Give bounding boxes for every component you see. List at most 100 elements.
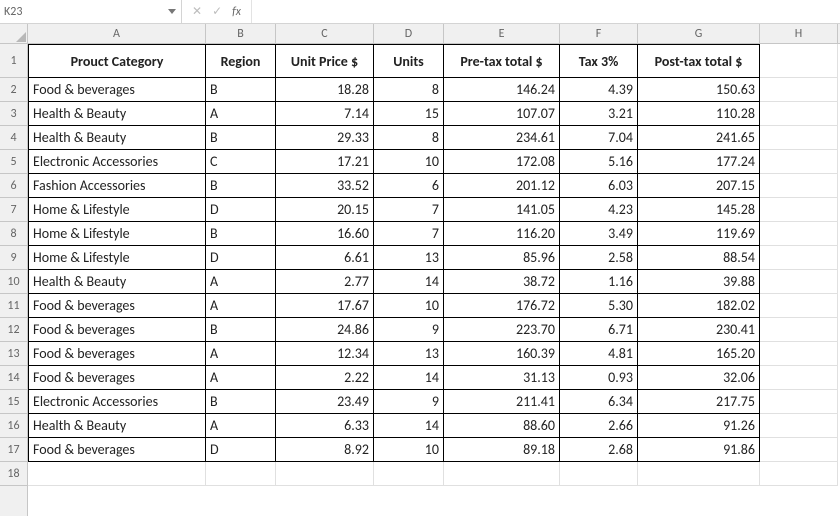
cell-E4[interactable]: 234.61 <box>444 126 560 150</box>
cell-D1[interactable]: Units <box>374 44 444 78</box>
cell-F3[interactable]: 3.21 <box>560 102 638 126</box>
cell-H2[interactable] <box>760 78 838 102</box>
cell-F15[interactable]: 6.34 <box>560 390 638 414</box>
cell-E16[interactable]: 88.60 <box>444 414 560 438</box>
row-header-14[interactable]: 14 <box>0 366 27 390</box>
cell-F6[interactable]: 6.03 <box>560 174 638 198</box>
cell-G4[interactable]: 241.65 <box>638 126 760 150</box>
cell-G2[interactable]: 150.63 <box>638 78 760 102</box>
cell-C12[interactable]: 24.86 <box>276 318 374 342</box>
cell-H13[interactable] <box>760 342 838 366</box>
row-header-6[interactable]: 6 <box>0 174 27 198</box>
cell-D14[interactable]: 14 <box>374 366 444 390</box>
cell-A6[interactable]: Fashion Accessories <box>28 174 206 198</box>
row-header-11[interactable]: 11 <box>0 294 27 318</box>
cell-C13[interactable]: 12.34 <box>276 342 374 366</box>
cell-E18[interactable] <box>444 462 560 486</box>
cell-H8[interactable] <box>760 222 838 246</box>
cell-F9[interactable]: 2.58 <box>560 246 638 270</box>
row-header-5[interactable]: 5 <box>0 150 27 174</box>
cell-C1[interactable]: Unit Price $ <box>276 44 374 78</box>
cell-B10[interactable]: A <box>206 270 276 294</box>
cell-E5[interactable]: 172.08 <box>444 150 560 174</box>
cell-E14[interactable]: 31.13 <box>444 366 560 390</box>
cell-A12[interactable]: Food & beverages <box>28 318 206 342</box>
cell-D3[interactable]: 15 <box>374 102 444 126</box>
cell-H9[interactable] <box>760 246 838 270</box>
row-header-2[interactable]: 2 <box>0 78 27 102</box>
cell-C9[interactable]: 6.61 <box>276 246 374 270</box>
name-box-wrap[interactable]: K23 <box>0 0 182 23</box>
cell-D7[interactable]: 7 <box>374 198 444 222</box>
cell-F17[interactable]: 2.68 <box>560 438 638 462</box>
col-header-A[interactable]: A <box>28 24 206 44</box>
cell-G3[interactable]: 110.28 <box>638 102 760 126</box>
cell-H3[interactable] <box>760 102 838 126</box>
cell-B9[interactable]: D <box>206 246 276 270</box>
cell-C8[interactable]: 16.60 <box>276 222 374 246</box>
cell-D12[interactable]: 9 <box>374 318 444 342</box>
cell-D8[interactable]: 7 <box>374 222 444 246</box>
cell-E12[interactable]: 223.70 <box>444 318 560 342</box>
cell-G10[interactable]: 39.88 <box>638 270 760 294</box>
cell-F12[interactable]: 6.71 <box>560 318 638 342</box>
cell-D11[interactable]: 10 <box>374 294 444 318</box>
cell-C15[interactable]: 23.49 <box>276 390 374 414</box>
cell-C10[interactable]: 2.77 <box>276 270 374 294</box>
cell-E17[interactable]: 89.18 <box>444 438 560 462</box>
cell-B6[interactable]: B <box>206 174 276 198</box>
cell-D6[interactable]: 6 <box>374 174 444 198</box>
row-header-13[interactable]: 13 <box>0 342 27 366</box>
cell-H6[interactable] <box>760 174 838 198</box>
row-header-16[interactable]: 16 <box>0 414 27 438</box>
cell-B13[interactable]: A <box>206 342 276 366</box>
cell-A1[interactable]: Prouct Category <box>28 44 206 78</box>
cell-H7[interactable] <box>760 198 838 222</box>
formula-input[interactable] <box>252 0 840 23</box>
cell-C11[interactable]: 17.67 <box>276 294 374 318</box>
cell-B16[interactable]: A <box>206 414 276 438</box>
row-header-9[interactable]: 9 <box>0 246 27 270</box>
cell-A3[interactable]: Health & Beauty <box>28 102 206 126</box>
cell-C7[interactable]: 20.15 <box>276 198 374 222</box>
cell-A14[interactable]: Food & beverages <box>28 366 206 390</box>
cell-H1[interactable] <box>760 44 838 78</box>
cell-G12[interactable]: 230.41 <box>638 318 760 342</box>
cell-C18[interactable] <box>276 462 374 486</box>
cell-H11[interactable] <box>760 294 838 318</box>
cell-F18[interactable] <box>560 462 638 486</box>
cell-H10[interactable] <box>760 270 838 294</box>
cell-B3[interactable]: A <box>206 102 276 126</box>
cell-E10[interactable]: 38.72 <box>444 270 560 294</box>
cell-D15[interactable]: 9 <box>374 390 444 414</box>
cell-H5[interactable] <box>760 150 838 174</box>
cell-A17[interactable]: Food & beverages <box>28 438 206 462</box>
cell-C6[interactable]: 33.52 <box>276 174 374 198</box>
cell-G13[interactable]: 165.20 <box>638 342 760 366</box>
cell-C2[interactable]: 18.28 <box>276 78 374 102</box>
row-header-17[interactable]: 17 <box>0 438 27 462</box>
cell-F16[interactable]: 2.66 <box>560 414 638 438</box>
cell-E2[interactable]: 146.24 <box>444 78 560 102</box>
cell-G14[interactable]: 32.06 <box>638 366 760 390</box>
cell-B1[interactable]: Region <box>206 44 276 78</box>
cell-D5[interactable]: 10 <box>374 150 444 174</box>
cell-E11[interactable]: 176.72 <box>444 294 560 318</box>
cell-G6[interactable]: 207.15 <box>638 174 760 198</box>
cell-B7[interactable]: D <box>206 198 276 222</box>
cell-B5[interactable]: C <box>206 150 276 174</box>
cell-C17[interactable]: 8.92 <box>276 438 374 462</box>
cell-F4[interactable]: 7.04 <box>560 126 638 150</box>
cell-A16[interactable]: Health & Beauty <box>28 414 206 438</box>
col-header-D[interactable]: D <box>374 24 444 44</box>
col-header-H[interactable]: H <box>760 24 838 44</box>
col-header-E[interactable]: E <box>444 24 560 44</box>
cell-G17[interactable]: 91.86 <box>638 438 760 462</box>
row-header-10[interactable]: 10 <box>0 270 27 294</box>
cell-B15[interactable]: B <box>206 390 276 414</box>
cell-A7[interactable]: Home & Lifestyle <box>28 198 206 222</box>
name-box-dropdown-icon[interactable] <box>165 5 179 19</box>
cell-F8[interactable]: 3.49 <box>560 222 638 246</box>
cell-D10[interactable]: 14 <box>374 270 444 294</box>
cell-F13[interactable]: 4.81 <box>560 342 638 366</box>
